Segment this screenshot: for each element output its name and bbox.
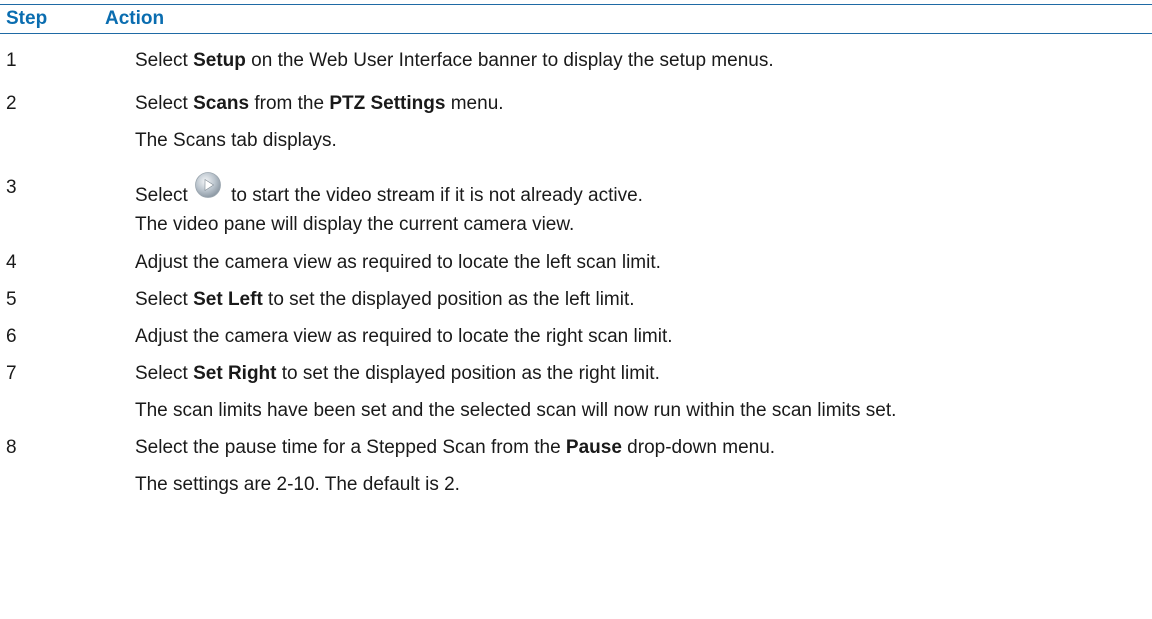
- step-action-text: Select Set Left to set the displayed pos…: [135, 289, 635, 311]
- step-number: 8: [6, 437, 17, 458]
- text-run: to start the video stream if it is not a…: [225, 185, 643, 206]
- step-action-text: Select the pause time for a Stepped Scan…: [135, 437, 775, 459]
- step-number: 4: [6, 252, 17, 273]
- step-result-text: The scan limits have been set and the se…: [135, 400, 897, 421]
- step-result-text: The video pane will display the current …: [135, 214, 575, 235]
- step-number: 1: [6, 50, 17, 71]
- text-run: to set the displayed position as the rig…: [276, 363, 660, 384]
- text-run: Select: [135, 363, 194, 384]
- action-column-header: Action: [105, 8, 165, 29]
- play-icon: [194, 172, 222, 205]
- text-run: Select: [135, 50, 194, 71]
- text-run: Select: [135, 289, 194, 310]
- procedure-table: Step Action 1 Select Setup on the Web Us…: [0, 4, 1152, 495]
- step-action-text: Select Scans from the PTZ Settings menu.: [135, 93, 504, 115]
- text-run: drop-down menu.: [621, 437, 776, 458]
- text-run: to set the displayed position as the lef…: [262, 289, 635, 310]
- step-action-text: Select to start the video stream if it i…: [135, 172, 643, 207]
- step-number: 7: [6, 363, 17, 384]
- step-action-text: Select Set Right to set the displayed po…: [135, 363, 660, 385]
- ui-term: Setup: [193, 50, 246, 71]
- step-result-text: The settings are 2-10. The default is 2.: [135, 474, 460, 495]
- step-action-text: Adjust the camera view as required to lo…: [135, 252, 661, 273]
- ui-term: Pause: [565, 437, 622, 458]
- step-column-header: Step: [6, 8, 48, 29]
- text-run: Select the pause time for a Stepped Scan…: [135, 437, 566, 458]
- text-run: Select: [135, 93, 194, 114]
- table-header: Step Action: [0, 4, 1152, 34]
- text-run: menu.: [445, 93, 504, 114]
- ui-term: Scans: [193, 93, 250, 114]
- ui-term: PTZ Settings: [329, 93, 446, 114]
- text-run: from the: [249, 93, 330, 114]
- step-action-text: Select Setup on the Web User Interface b…: [135, 50, 774, 72]
- step-result-text: The Scans tab displays.: [135, 130, 337, 151]
- text-run: on the Web User Interface banner to disp…: [245, 50, 774, 71]
- ui-term: Set Right: [193, 363, 277, 384]
- text-run: Select: [135, 185, 188, 206]
- step-action-text: Adjust the camera view as required to lo…: [135, 326, 673, 347]
- ui-term: Set Left: [193, 289, 263, 310]
- step-number: 2: [6, 93, 17, 114]
- step-number: 3: [6, 177, 17, 198]
- step-number: 6: [6, 326, 17, 347]
- step-number: 5: [6, 289, 17, 310]
